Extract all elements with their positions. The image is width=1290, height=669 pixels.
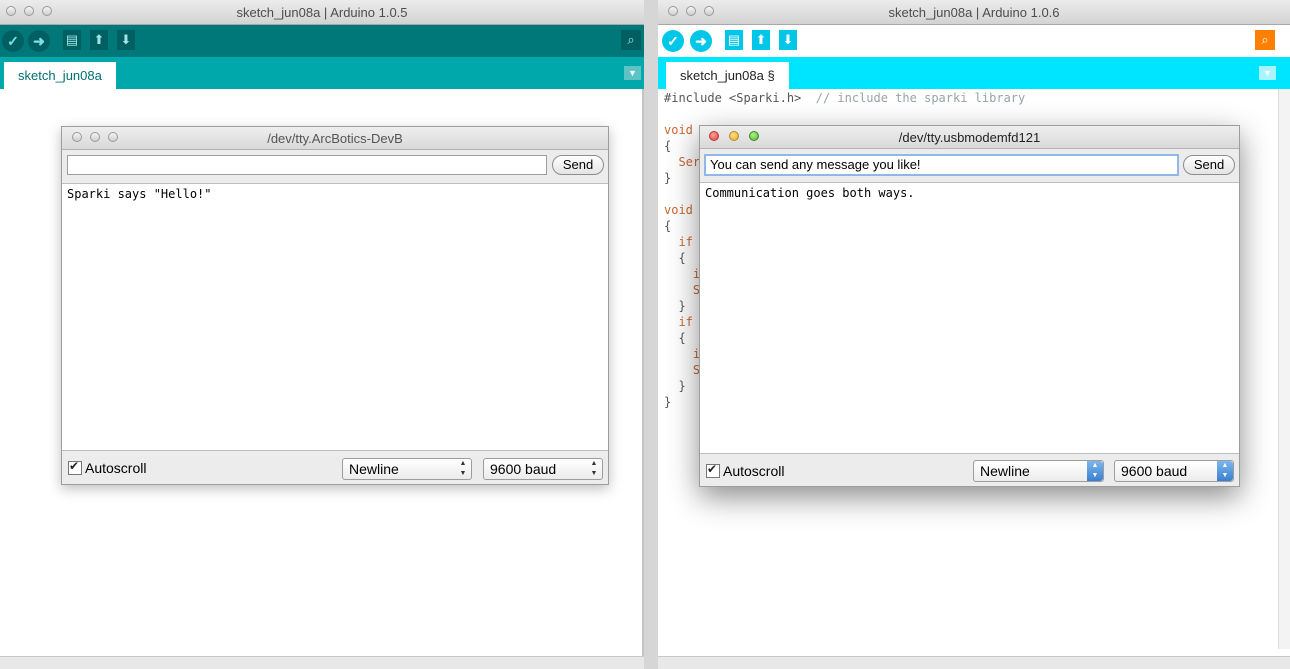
line-ending-value: Newline	[349, 461, 399, 477]
serial-port-title: /dev/tty.ArcBotics-DevB	[267, 131, 403, 146]
code-text: }	[664, 299, 686, 313]
serial-title-bar: /dev/tty.usbmodemfd121	[700, 126, 1239, 149]
serial-monitor-icon[interactable]: ⌕	[1255, 30, 1275, 50]
autoscroll-label: Autoscroll	[723, 463, 785, 479]
code-line	[664, 106, 1025, 122]
left-tab-bar: sketch_jun08a ▼	[0, 57, 644, 89]
right-horizontal-scrollbar[interactable]	[658, 656, 1290, 669]
right-vertical-scrollbar[interactable]	[1278, 89, 1290, 649]
code-text: i	[664, 267, 701, 281]
code-text: S	[664, 283, 701, 297]
new-icon[interactable]: ▤	[63, 30, 81, 50]
line-ending-select[interactable]: Newline ▲ ▼	[342, 458, 472, 480]
tab-menu-icon[interactable]: ▼	[624, 66, 641, 80]
serial-output: Sparki says "Hello!"	[62, 183, 608, 451]
baud-value: 9600 baud	[1121, 463, 1188, 479]
new-icon[interactable]: ▤	[725, 30, 743, 50]
verify-icon[interactable]: ✓	[2, 30, 24, 52]
serial-port-title: /dev/tty.usbmodemfd121	[898, 130, 1041, 145]
left-vertical-divider	[642, 89, 644, 659]
window-title: sketch_jun08a | Arduino 1.0.5	[236, 5, 408, 20]
tab-menu-icon[interactable]: ▼	[1259, 66, 1276, 80]
select-arrows-icon: ▲ ▼	[1217, 461, 1233, 481]
send-button[interactable]: Send	[1183, 155, 1235, 175]
tab-sketch[interactable]: sketch_jun08a	[4, 62, 116, 89]
code-text: {	[664, 139, 672, 153]
code-text: S	[664, 363, 701, 377]
code-line: #include <Sparki.h> // include the spark…	[664, 90, 1025, 106]
upload-icon[interactable]: ➜	[690, 30, 712, 52]
code-text: }	[664, 395, 672, 409]
code-text: }	[664, 171, 672, 185]
checkbox-check-icon[interactable]	[706, 462, 720, 478]
serial-monitor-icon[interactable]: ⌕	[621, 30, 641, 50]
line-ending-value: Newline	[980, 463, 1030, 479]
open-icon[interactable]: ⬆	[90, 30, 108, 50]
save-icon[interactable]: ⬇	[117, 30, 135, 50]
right-toolbar: ✓ ➜ ▤ ⬆ ⬇ ⌕	[658, 25, 1290, 57]
select-arrows-icon: ▲ ▼	[459, 460, 467, 477]
left-serial-monitor: /dev/tty.ArcBotics-DevB Send Sparki says…	[61, 126, 609, 485]
code-text: if	[664, 315, 693, 329]
save-icon[interactable]: ⬇	[779, 30, 797, 50]
verify-icon[interactable]: ✓	[662, 30, 684, 52]
select-arrows-icon: ▲ ▼	[590, 460, 598, 477]
code-text: void	[664, 203, 693, 217]
autoscroll-label: Autoscroll	[85, 460, 147, 476]
right-serial-monitor: /dev/tty.usbmodemfd121 You can send any …	[699, 125, 1240, 487]
autoscroll-checkbox[interactable]: Autoscroll	[68, 459, 147, 476]
left-title-bar: sketch_jun08a | Arduino 1.0.5	[0, 0, 644, 25]
select-arrows-icon: ▲ ▼	[1087, 461, 1103, 481]
code-text: #include <Sparki.h>	[664, 91, 802, 105]
right-tab-bar: sketch_jun08a § ▼	[658, 57, 1290, 89]
left-toolbar: ✓ ➜ ▤ ⬆ ⬇ ⌕	[0, 25, 644, 57]
tab-sketch[interactable]: sketch_jun08a §	[666, 62, 789, 89]
code-comment: // include the sparki library	[801, 91, 1026, 105]
send-button[interactable]: Send	[552, 155, 604, 175]
upload-icon[interactable]: ➜	[28, 30, 50, 52]
serial-send-input[interactable]	[67, 155, 547, 175]
code-text: {	[664, 251, 686, 265]
baud-select[interactable]: 9600 baud ▲ ▼	[1114, 460, 1234, 482]
left-horizontal-scrollbar[interactable]	[0, 656, 644, 669]
code-text: {	[664, 219, 672, 233]
code-text: i	[664, 347, 701, 361]
serial-output: Communication goes both ways.	[700, 182, 1239, 454]
code-text: void	[664, 123, 693, 137]
serial-send-input[interactable]: You can send any message you like!	[704, 154, 1179, 176]
baud-value: 9600 baud	[490, 461, 557, 477]
code-text: Ser	[664, 155, 701, 169]
code-text: if	[664, 235, 693, 249]
line-ending-select[interactable]: Newline ▲ ▼	[973, 460, 1104, 482]
baud-select[interactable]: 9600 baud ▲ ▼	[483, 458, 603, 480]
code-text: }	[664, 379, 686, 393]
open-icon[interactable]: ⬆	[752, 30, 770, 50]
checkbox-check-icon[interactable]	[68, 459, 82, 475]
autoscroll-checkbox[interactable]: Autoscroll	[706, 462, 785, 479]
window-title: sketch_jun08a | Arduino 1.0.6	[888, 5, 1060, 20]
right-title-bar: sketch_jun08a | Arduino 1.0.6	[658, 0, 1290, 25]
code-text: {	[664, 331, 686, 345]
serial-title-bar: /dev/tty.ArcBotics-DevB	[62, 127, 608, 150]
